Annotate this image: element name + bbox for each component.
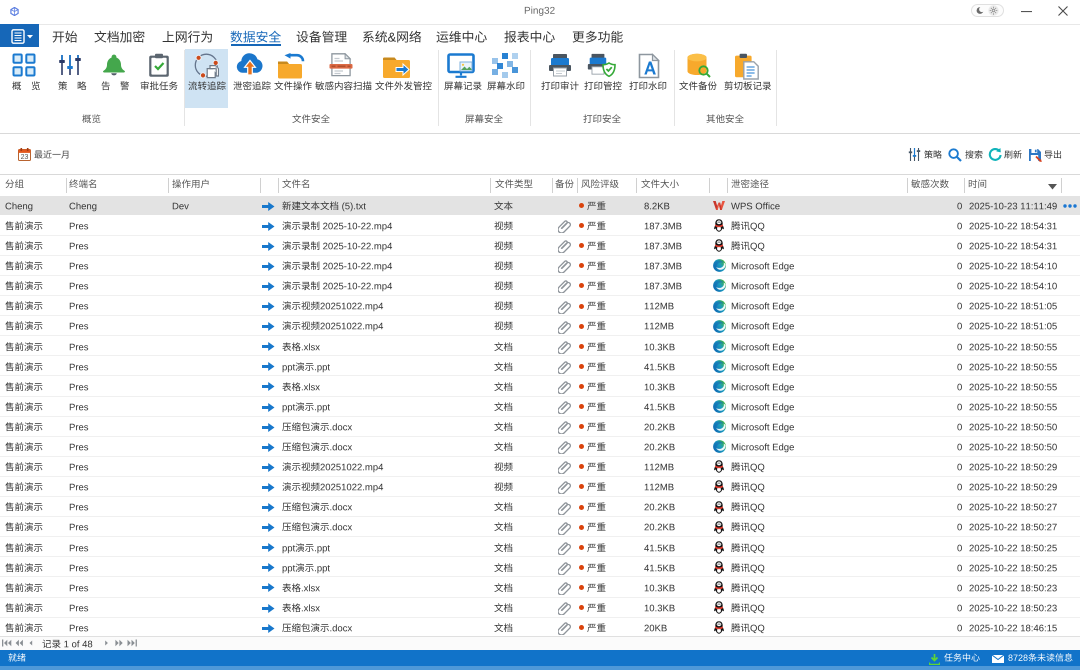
svg-text:23: 23 [21,154,29,161]
